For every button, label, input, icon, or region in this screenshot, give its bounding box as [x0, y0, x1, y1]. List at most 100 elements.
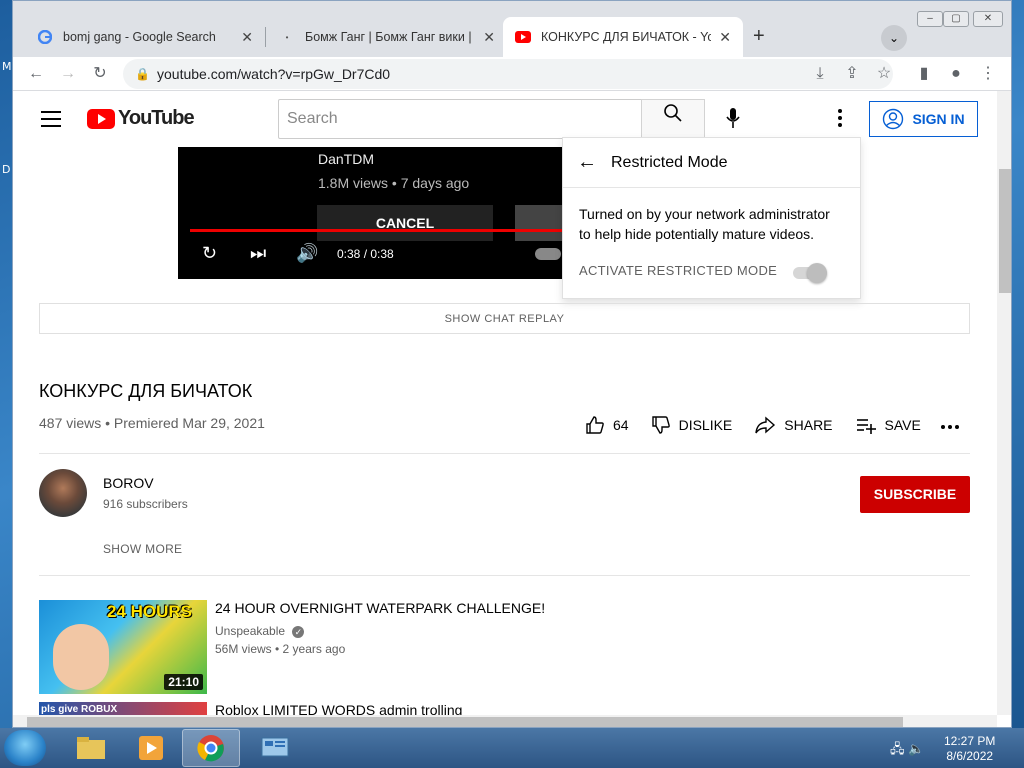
video-player[interactable]: DanTDM 1.8M views • 7 days ago CANCEL ↻ … [178, 147, 573, 279]
share-button[interactable]: SHARE [754, 415, 833, 435]
tab-google-search[interactable]: bomj gang - Google Search ✕ [25, 17, 265, 57]
tab-youtube-active[interactable]: КОНКУРС ДЛЯ БИЧАТОК - YouTube ✕ [503, 17, 743, 57]
browser-menu-icon[interactable]: ⋮ [977, 63, 999, 85]
autoplay-toggle[interactable] [535, 248, 561, 260]
divider [39, 453, 970, 454]
tab-separator [265, 27, 266, 47]
profile-icon[interactable]: ● [945, 63, 967, 85]
time-display: 0:38 / 0:38 [337, 247, 394, 261]
clock-date: 8/6/2022 [946, 749, 994, 763]
side-panel-icon[interactable]: ▮ [913, 63, 935, 85]
subscribe-button[interactable]: SUBSCRIBE [860, 476, 970, 513]
restricted-mode-header: ← Restricted Mode [563, 138, 860, 188]
search-input[interactable]: Search [278, 99, 642, 139]
install-icon[interactable]: ⤓ [809, 63, 831, 85]
system-tray[interactable]: 🖧 🔈 [890, 740, 924, 762]
toggle-knob [807, 263, 827, 283]
show-chat-replay-button[interactable]: SHOW CHAT REPLAY [39, 303, 970, 334]
maximize-button[interactable]: ▢ [943, 11, 969, 27]
close-icon[interactable]: ✕ [719, 29, 731, 46]
thumbnail-text: 24 HOURS [107, 602, 193, 621]
sign-in-button[interactable]: SIGN IN [869, 101, 978, 137]
recommendation-item[interactable]: 24 HOURS 21:10 24 HOUR OVERNIGHT WATERPA… [39, 600, 970, 694]
share-icon[interactable]: ⇪ [841, 63, 863, 85]
recommendation-title[interactable]: 24 HOUR OVERNIGHT WATERPARK CHALLENGE! [215, 600, 545, 616]
autoplay-meta: 1.8M views • 7 days ago [318, 175, 470, 191]
back-arrow-icon[interactable]: ← [577, 151, 597, 174]
next-icon[interactable]: ⏭ [250, 243, 266, 264]
taskbar-clock[interactable]: 12:27 PM 8/6/2022 [944, 734, 995, 764]
forward-arrow-icon[interactable]: → [57, 63, 79, 85]
tab-search-chevron-icon[interactable]: ⌄ [881, 25, 907, 51]
scrollbar-thumb[interactable] [27, 717, 903, 727]
dislike-button[interactable]: DISLIKE [651, 415, 732, 435]
video-title: КОНКУРС ДЛЯ БИЧАТОК [39, 381, 253, 401]
address-bar[interactable]: 🔒 youtube.com/watch?v=rpGw_Dr7Cd0 [123, 59, 893, 89]
desktop-icon-label: D [2, 163, 11, 176]
back-arrow-icon[interactable]: ← [25, 63, 47, 85]
video-info: 487 views • Premiered Mar 29, 2021 [39, 415, 265, 431]
replay-icon[interactable]: ↻ [202, 243, 217, 264]
settings-more-icon[interactable] [833, 107, 847, 131]
youtube-logo[interactable]: YouTube [87, 107, 195, 130]
file-explorer-icon[interactable] [62, 729, 120, 767]
recommendation-title[interactable]: Roblox LIMITED WORDS admin trolling [215, 702, 462, 715]
start-button[interactable] [4, 730, 46, 766]
speaker-icon[interactable]: 🔈 [908, 741, 924, 756]
save-button[interactable]: SAVE [855, 415, 921, 435]
microphone-icon[interactable] [721, 107, 745, 131]
account-icon [883, 108, 904, 130]
scrollbar-thumb[interactable] [999, 169, 1011, 293]
autoplay-creator: DanTDM [318, 151, 375, 167]
recommendation-channel[interactable]: Unspeakable ✓ [215, 624, 305, 638]
close-window-button[interactable]: ✕ [973, 11, 1003, 27]
video-thumbnail[interactable]: pls give ROBUX [39, 702, 207, 715]
search-button[interactable] [641, 99, 705, 139]
more-actions-icon[interactable] [941, 425, 959, 429]
tab-title: bomj gang - Google Search [63, 30, 216, 44]
progress-bar[interactable] [190, 229, 573, 232]
restricted-mode-description: Turned on by your network administrator … [579, 206, 830, 242]
thumbs-down-icon [651, 416, 670, 434]
recommendation-meta: 56M views • 2 years ago [215, 642, 346, 656]
search-icon [664, 104, 682, 122]
close-icon[interactable]: ✕ [483, 29, 495, 46]
tab-fandom[interactable]: • Бомж Ганг | Бомж Ганг вики | Fandom ✕ [267, 17, 507, 57]
hamburger-menu-icon[interactable] [41, 111, 61, 132]
youtube-icon [515, 29, 531, 45]
new-tab-button[interactable]: + [753, 25, 765, 48]
channel-avatar[interactable] [39, 469, 87, 517]
media-player-icon[interactable] [122, 729, 180, 767]
share-label: SHARE [784, 417, 833, 433]
network-icon[interactable]: 🖧 [890, 741, 905, 756]
volume-icon[interactable]: 🔊 [296, 243, 318, 264]
video-actions: 64 DISLIKE SHARE SAVE [585, 415, 921, 435]
sign-in-label: SIGN IN [912, 111, 965, 127]
thumbnail-face [53, 624, 109, 690]
video-thumbnail[interactable]: 24 HOURS 21:10 [39, 600, 207, 694]
horizontal-scrollbar[interactable] [13, 715, 997, 727]
tab-title: Бомж Ганг | Бомж Ганг вики | Fandom [305, 30, 475, 44]
control-panel-icon[interactable] [246, 729, 304, 767]
minimize-button[interactable]: – [917, 11, 943, 27]
bookmark-star-icon[interactable]: ☆ [873, 63, 895, 85]
browser-toolbar: ← → ↻ 🔒 youtube.com/watch?v=rpGw_Dr7Cd0 … [13, 57, 1011, 91]
restricted-mode-toggle[interactable] [791, 262, 831, 283]
activate-restricted-mode-label: ACTIVATE RESTRICTED MODE [579, 263, 778, 278]
thumbs-up-icon [586, 416, 604, 434]
chrome-icon[interactable] [182, 729, 240, 767]
reload-icon[interactable]: ↻ [89, 63, 111, 85]
like-count: 64 [613, 417, 629, 433]
cancel-autoplay-button[interactable]: CANCEL [317, 205, 493, 241]
restricted-mode-title: Restricted Mode [611, 153, 728, 171]
share-arrow-icon [755, 416, 776, 434]
vertical-scrollbar[interactable] [997, 91, 1011, 715]
show-more-button[interactable]: SHOW MORE [103, 542, 182, 556]
recommendation-item[interactable]: pls give ROBUX Roblox LIMITED WORDS admi… [39, 702, 970, 715]
like-button[interactable]: 64 [585, 415, 629, 435]
subscriber-count: 916 subscribers [103, 497, 188, 511]
save-label: SAVE [884, 417, 921, 433]
youtube-wordmark: YouTube [118, 107, 195, 129]
channel-name[interactable]: BOROV [103, 475, 154, 491]
close-icon[interactable]: ✕ [241, 29, 253, 46]
